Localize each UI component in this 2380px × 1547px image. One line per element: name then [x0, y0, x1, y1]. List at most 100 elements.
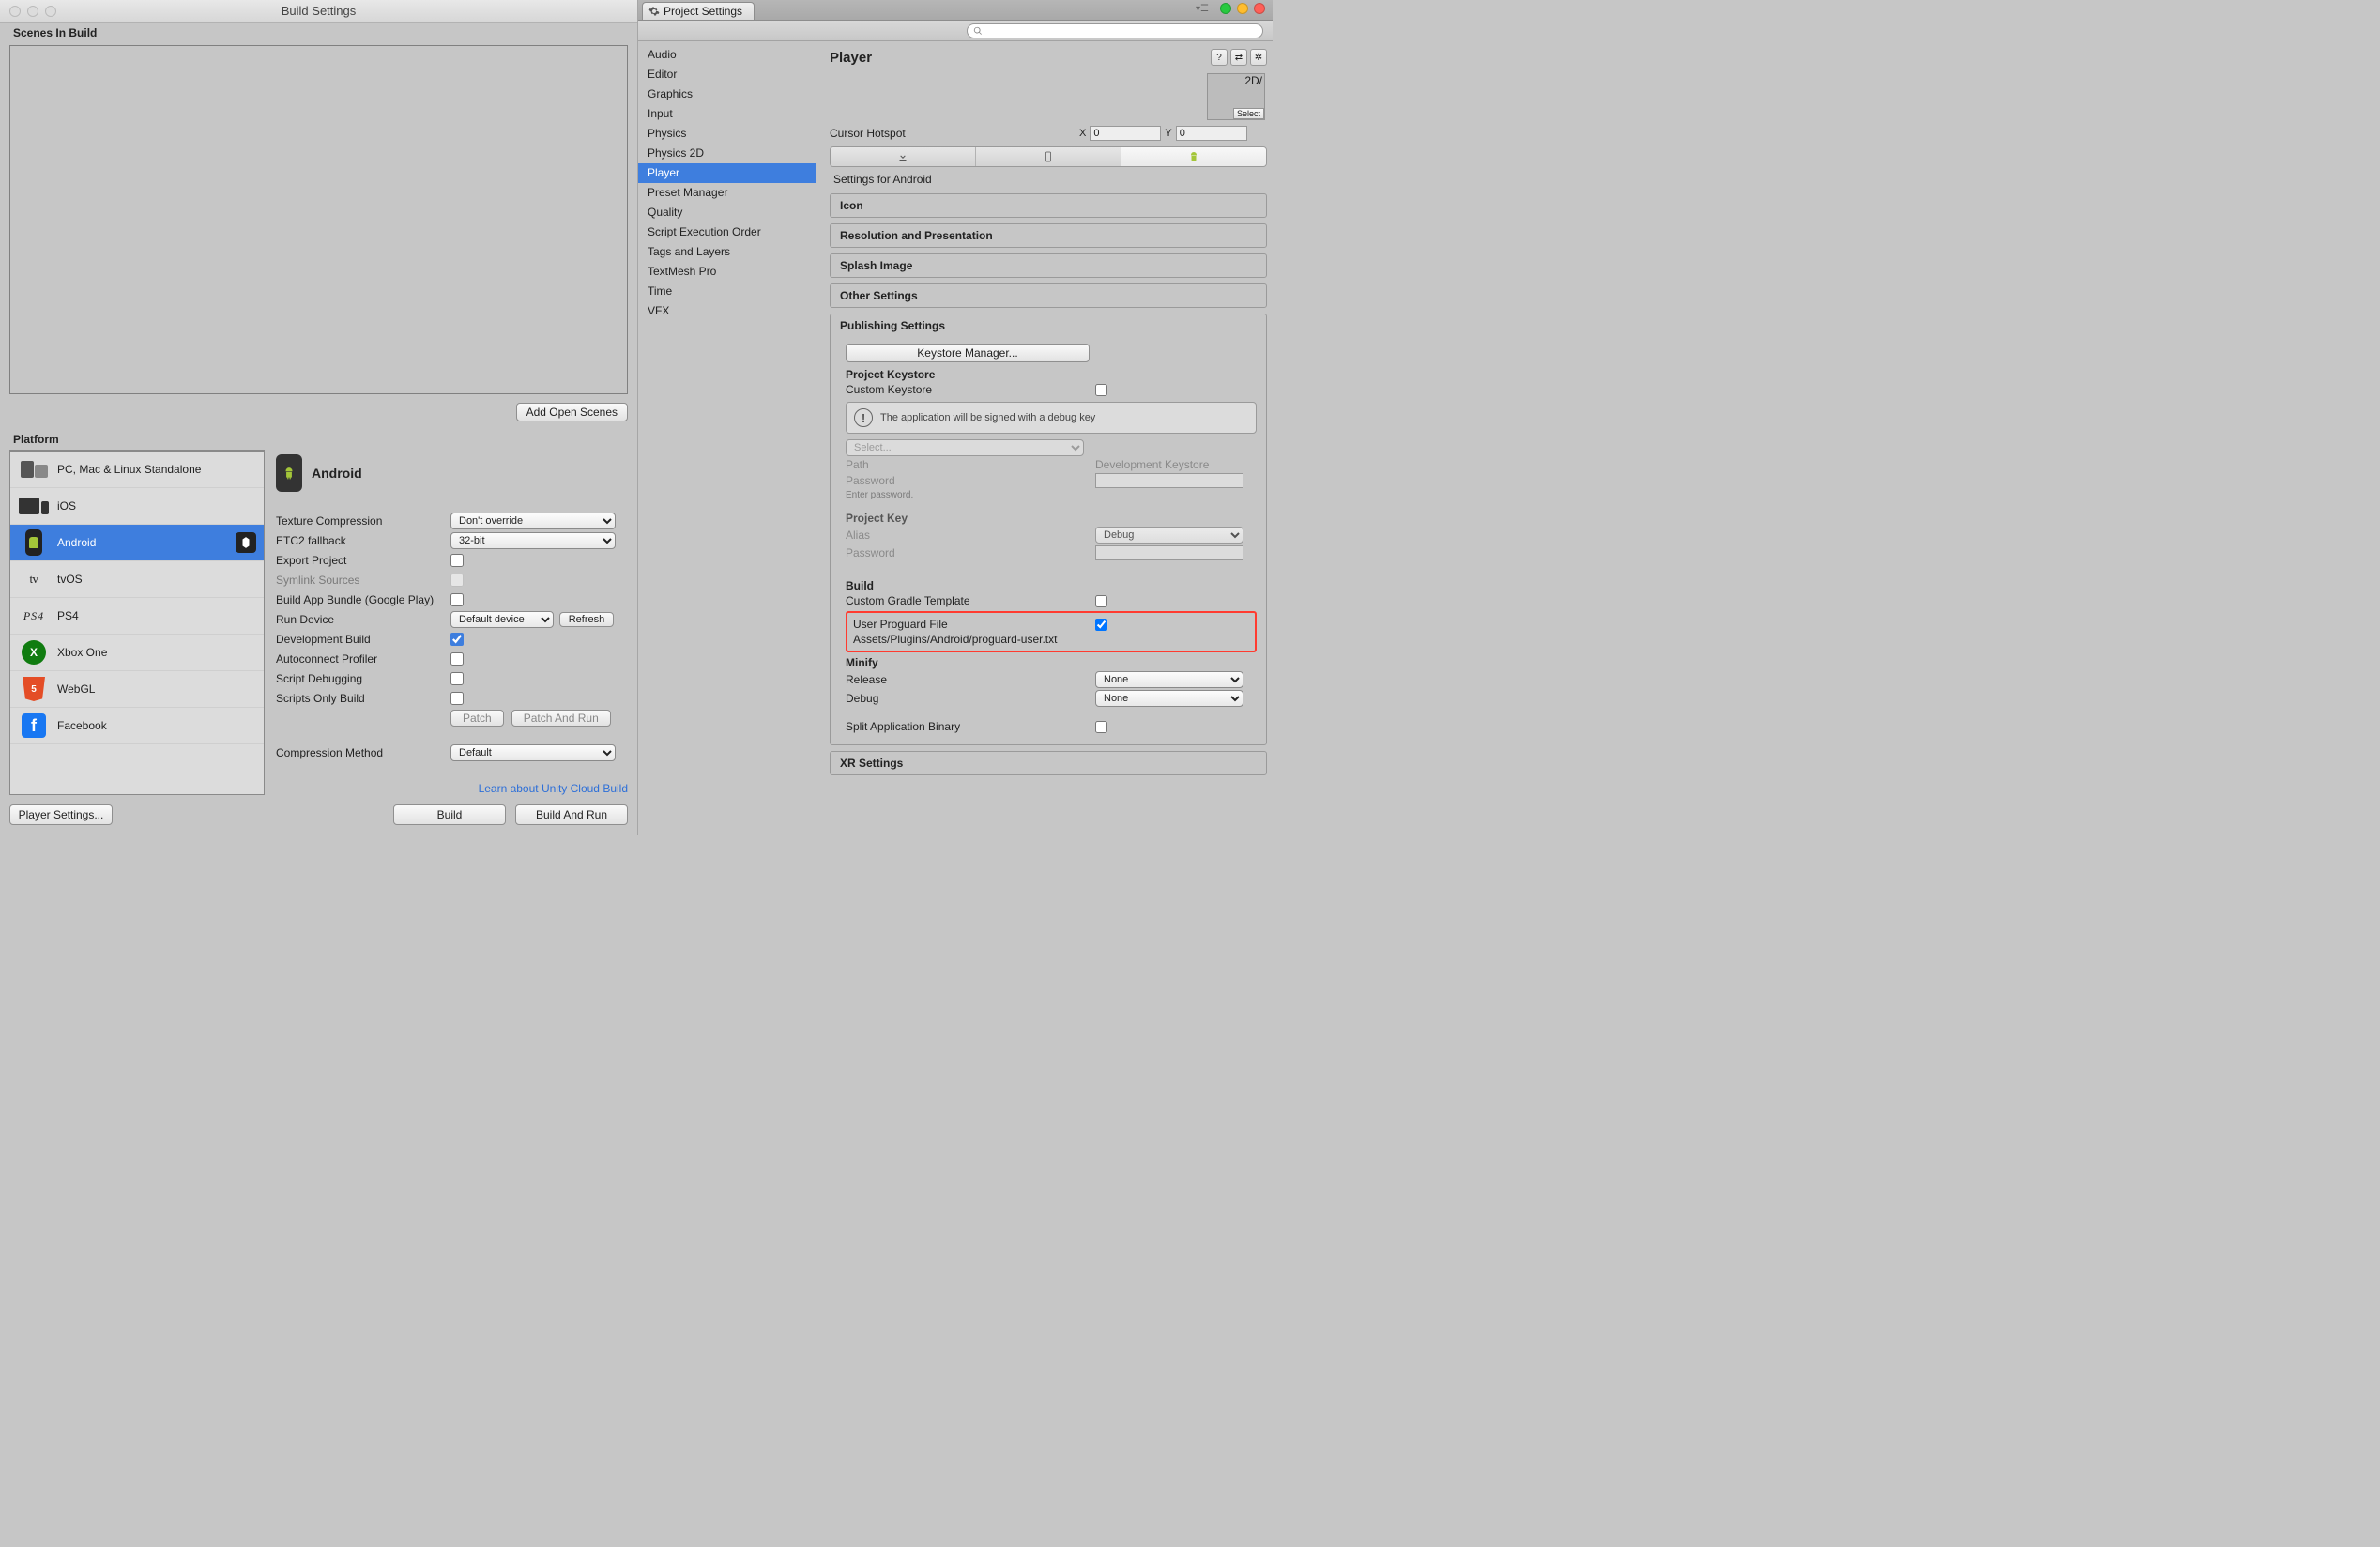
cat-input[interactable]: Input: [638, 104, 816, 124]
debug-select[interactable]: None: [1095, 690, 1243, 707]
platform-webgl[interactable]: 5 WebGL: [10, 671, 264, 708]
patch-button[interactable]: Patch: [450, 710, 504, 727]
run-device-select[interactable]: Default device: [450, 611, 554, 628]
foldout-splash[interactable]: Splash Image: [831, 254, 1266, 277]
custom-keystore-label: Custom Keystore: [846, 383, 1095, 396]
platform-facebook[interactable]: f Facebook: [10, 708, 264, 744]
tab-standalone[interactable]: [831, 147, 976, 166]
keystore-password-input: [1095, 473, 1243, 488]
presets-button[interactable]: ⇄: [1230, 49, 1247, 66]
cat-tags[interactable]: Tags and Layers: [638, 242, 816, 262]
custom-gradle-checkbox[interactable]: [1095, 595, 1107, 607]
alias-password-label: Password: [846, 546, 1095, 559]
build-and-run-button[interactable]: Build And Run: [515, 804, 628, 825]
foldout-xr[interactable]: XR Settings: [831, 752, 1266, 774]
run-device-label: Run Device: [276, 613, 450, 626]
cat-physics2d[interactable]: Physics 2D: [638, 144, 816, 163]
tab-android[interactable]: [1121, 147, 1266, 166]
symlink-checkbox: [450, 574, 464, 587]
custom-gradle-label: Custom Gradle Template: [846, 594, 1095, 607]
tab-ios[interactable]: [976, 147, 1121, 166]
texture-compression-select[interactable]: Don't override: [450, 513, 616, 529]
foldout-publishing[interactable]: Publishing Settings: [831, 314, 1266, 337]
proguard-highlight: User Proguard File Assets/Plugins/Androi…: [846, 611, 1257, 652]
cat-time[interactable]: Time: [638, 282, 816, 301]
platform-android[interactable]: Android: [10, 525, 264, 561]
cat-graphics[interactable]: Graphics: [638, 84, 816, 104]
autoconnect-checkbox[interactable]: [450, 652, 464, 666]
cat-tmp[interactable]: TextMesh Pro: [638, 262, 816, 282]
platform-pc[interactable]: PC, Mac & Linux Standalone: [10, 452, 264, 488]
settings-gear-button[interactable]: ✲: [1250, 49, 1267, 66]
mac-red-icon[interactable]: [1254, 3, 1265, 14]
autoconnect-label: Autoconnect Profiler: [276, 652, 450, 666]
release-select[interactable]: None: [1095, 671, 1243, 688]
split-binary-checkbox[interactable]: [1095, 721, 1107, 733]
cat-editor[interactable]: Editor: [638, 65, 816, 84]
platform-label-text: Facebook: [57, 719, 107, 732]
proguard-checkbox[interactable]: [1095, 619, 1107, 631]
proguard-path: Assets/Plugins/Android/proguard-user.txt: [853, 633, 1249, 646]
cat-player[interactable]: Player: [638, 163, 816, 183]
player-settings-button[interactable]: Player Settings...: [9, 804, 113, 825]
search-icon: [973, 26, 983, 36]
custom-keystore-checkbox[interactable]: [1095, 384, 1107, 396]
add-open-scenes-button[interactable]: Add Open Scenes: [516, 403, 628, 421]
select-cursor-button[interactable]: Select: [1233, 108, 1264, 119]
cursor-y-input[interactable]: [1176, 126, 1247, 141]
zoom-icon[interactable]: [45, 6, 56, 17]
password-label: Password: [846, 474, 1095, 487]
dev-build-checkbox[interactable]: [450, 633, 464, 646]
scenes-in-build-list[interactable]: [9, 45, 628, 394]
foldout-resolution[interactable]: Resolution and Presentation: [831, 224, 1266, 247]
scripts-only-checkbox[interactable]: [450, 692, 464, 705]
keystore-manager-button[interactable]: Keystore Manager...: [846, 344, 1090, 362]
aab-checkbox[interactable]: [450, 593, 464, 606]
info-icon: !: [854, 408, 873, 427]
minimize-icon[interactable]: [27, 6, 38, 17]
cloud-build-link[interactable]: Learn about Unity Cloud Build: [479, 782, 628, 795]
unity-current-icon: [236, 532, 256, 553]
cat-vfx[interactable]: VFX: [638, 301, 816, 321]
path-label: Path: [846, 458, 1095, 471]
script-debug-checkbox[interactable]: [450, 672, 464, 685]
platform-xbox[interactable]: X Xbox One: [10, 635, 264, 671]
texture-compression-label: Texture Compression: [276, 514, 450, 528]
help-button[interactable]: ?: [1211, 49, 1228, 66]
build-settings-titlebar: Build Settings: [0, 0, 637, 23]
mac-green-icon[interactable]: [1220, 3, 1231, 14]
cat-physics[interactable]: Physics: [638, 124, 816, 144]
platform-label: Platform: [0, 429, 637, 450]
build-settings-title: Build Settings: [282, 4, 357, 18]
compression-select[interactable]: Default: [450, 744, 616, 761]
settings-search-input[interactable]: [967, 23, 1263, 38]
refresh-button[interactable]: Refresh: [559, 612, 614, 627]
mac-yellow-icon[interactable]: [1237, 3, 1248, 14]
split-binary-label: Split Application Binary: [846, 720, 1095, 733]
cat-seo[interactable]: Script Execution Order: [638, 222, 816, 242]
build-button[interactable]: Build: [393, 804, 506, 825]
foldout-icon[interactable]: Icon: [831, 194, 1266, 217]
export-project-checkbox[interactable]: [450, 554, 464, 567]
platform-tvos[interactable]: tv tvOS: [10, 561, 264, 598]
project-settings-tabbar: Project Settings ▾☰: [638, 0, 1273, 21]
platform-ios[interactable]: iOS: [10, 488, 264, 525]
cat-audio[interactable]: Audio: [638, 45, 816, 65]
panel-menu-icon[interactable]: ▾☰: [1196, 4, 1211, 13]
patch-run-button[interactable]: Patch And Run: [511, 710, 611, 727]
player-title: Player: [830, 50, 872, 66]
close-icon[interactable]: [9, 6, 21, 17]
cat-quality[interactable]: Quality: [638, 203, 816, 222]
project-settings-tab-label: Project Settings: [664, 5, 742, 18]
debug-label: Debug: [846, 692, 1095, 705]
player-platform-tabs: [830, 146, 1267, 167]
alias-password-input: [1095, 545, 1243, 560]
foldout-other[interactable]: Other Settings: [831, 284, 1266, 307]
default-cursor-thumb[interactable]: 2D/ Select: [1207, 73, 1265, 120]
platform-ps4[interactable]: PS4 PS4: [10, 598, 264, 635]
phone-icon: [1043, 150, 1054, 163]
cat-preset[interactable]: Preset Manager: [638, 183, 816, 203]
project-settings-tab[interactable]: Project Settings: [642, 2, 755, 20]
etc2-select[interactable]: 32-bit: [450, 532, 616, 549]
cursor-x-input[interactable]: [1090, 126, 1161, 141]
